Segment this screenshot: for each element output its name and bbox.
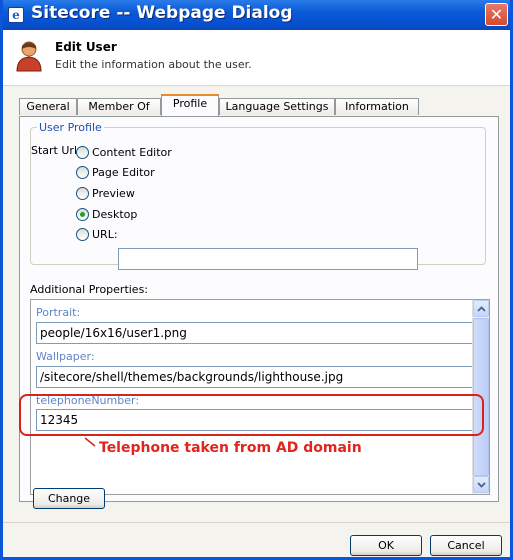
close-icon: ✕ (489, 5, 504, 24)
radio-preview[interactable]: Preview (76, 185, 135, 201)
radio-label: Content Editor (92, 145, 172, 159)
tab-information[interactable]: Information (335, 98, 419, 115)
radio-button-icon[interactable] (76, 186, 89, 200)
tab-profile[interactable]: Profile (161, 94, 219, 116)
radio-label: Page Editor (92, 165, 155, 179)
close-button[interactable]: ✕ (485, 3, 508, 26)
ie-page-icon: e (8, 7, 24, 23)
wallpaper-label: Wallpaper: (36, 350, 95, 363)
footer-divider (3, 522, 510, 523)
radio-url[interactable]: URL: (76, 226, 118, 242)
dialog-header: Edit User Edit the information about the… (3, 30, 510, 86)
annotation-text: Telephone taken from AD domain (99, 440, 362, 456)
scroll-thumb[interactable] (473, 318, 489, 476)
title-bar[interactable]: e Sitecore -- Webpage Dialog ✕ (3, 0, 510, 30)
radio-label: Desktop (92, 207, 138, 221)
header-subtitle: Edit the information about the user. (55, 58, 252, 71)
tab-member-of[interactable]: Member Of (77, 98, 161, 115)
header-title: Edit User (55, 40, 117, 54)
url-input[interactable] (118, 248, 418, 270)
window-title: Sitecore -- Webpage Dialog (31, 3, 293, 23)
change-button[interactable]: Change (33, 488, 105, 509)
radio-label: URL: (92, 227, 118, 241)
chevron-up-icon (476, 305, 486, 312)
user-avatar-icon (16, 41, 42, 72)
radio-content-editor[interactable]: Content Editor (76, 144, 172, 160)
additional-properties-box: Portrait: people/16x16/user1.png Wallpap… (30, 299, 490, 495)
radio-desktop[interactable]: Desktop (76, 206, 137, 222)
dialog-window: e Sitecore -- Webpage Dialog ✕ Edit User… (0, 0, 513, 560)
telephone-number-label: telephoneNumber: (36, 394, 140, 407)
radio-button-icon[interactable] (76, 145, 89, 159)
telephone-number-field[interactable]: 12345 (36, 409, 476, 431)
scroll-down-button[interactable] (473, 476, 489, 493)
radio-page-editor[interactable]: Page Editor (76, 164, 155, 180)
chevron-down-icon (476, 481, 486, 488)
tab-general[interactable]: General (19, 98, 77, 115)
radio-button-icon[interactable] (76, 227, 89, 241)
portrait-label: Portrait: (36, 306, 81, 319)
portrait-field[interactable]: people/16x16/user1.png (36, 322, 476, 344)
annotation-pointer-icon (84, 437, 96, 447)
scroll-up-button[interactable] (473, 300, 489, 317)
cancel-button[interactable]: Cancel (430, 535, 502, 556)
user-profile-legend: User Profile (39, 121, 102, 134)
radio-button-checked-icon[interactable] (76, 207, 89, 221)
additional-properties-label: Additional Properties: (30, 283, 149, 296)
vertical-scrollbar[interactable] (472, 300, 489, 494)
wallpaper-field[interactable]: /sitecore/shell/themes/backgrounds/light… (36, 366, 476, 388)
user-profile-group: User Profile Start Url: Content Editor P… (30, 121, 486, 270)
ok-button[interactable]: OK (350, 535, 422, 556)
radio-button-icon[interactable] (76, 165, 89, 179)
tab-language-settings[interactable]: Language Settings (219, 98, 335, 115)
start-url-label: Start Url: (31, 144, 81, 157)
radio-label: Preview (92, 186, 135, 200)
